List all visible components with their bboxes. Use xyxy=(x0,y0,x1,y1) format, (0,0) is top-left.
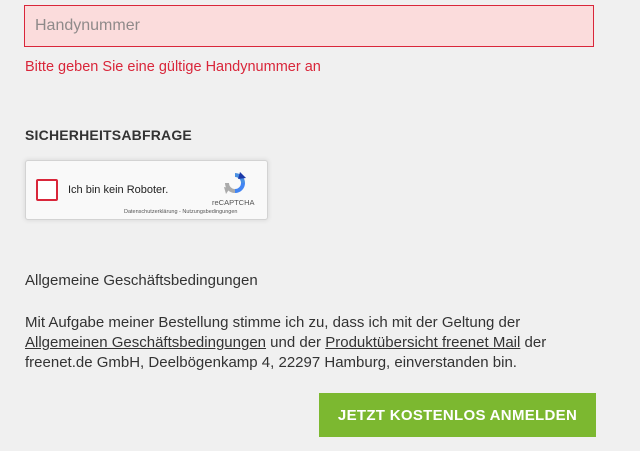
terms-link[interactable]: Nutzungsbedingungen xyxy=(182,209,237,215)
product-overview-link[interactable]: Produktübersicht freenet Mail xyxy=(325,334,520,351)
agb-link[interactable]: Allgemeinen Geschäftsbedingungen xyxy=(25,334,266,351)
register-submit-button[interactable]: JETZT KOSTENLOS ANMELDEN xyxy=(319,393,596,437)
agb-text-part1: Mit Aufgabe meiner Bestellung stimme ich… xyxy=(25,314,521,331)
recaptcha-brand: reCAPTCHA xyxy=(212,198,255,207)
captcha-checkbox[interactable] xyxy=(36,179,58,201)
phone-number-input[interactable] xyxy=(24,5,594,47)
agb-text-part2: und der xyxy=(266,334,326,351)
recaptcha-links: Datenschutzerklärung - Nutzungsbedingung… xyxy=(124,209,237,215)
agb-consent-text: Mit Aufgabe meiner Bestellung stimme ich… xyxy=(25,313,585,373)
privacy-link[interactable]: Datenschutzerklärung xyxy=(124,209,178,215)
recaptcha-widget: Ich bin kein Roboter. reCAPTCHA Datensch… xyxy=(25,160,268,220)
captcha-label: Ich bin kein Roboter. xyxy=(68,184,169,196)
agb-title: Allgemeine Geschäftsbedingungen xyxy=(25,272,258,289)
phone-error-message: Bitte geben Sie eine gültige Handynummer… xyxy=(25,59,321,75)
security-check-heading: SICHERHEITSABFRAGE xyxy=(25,127,192,143)
recaptcha-logo-icon xyxy=(224,172,246,194)
